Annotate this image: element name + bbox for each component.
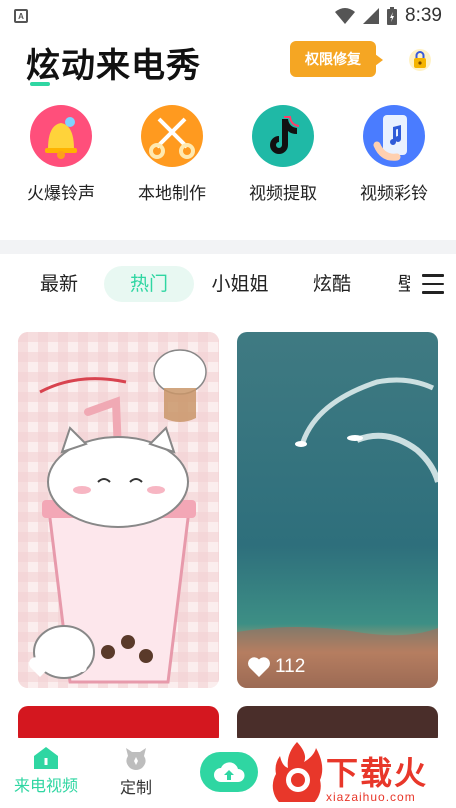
status-icons: 8:39 [335,5,442,27]
status-time: 8:39 [405,5,442,26]
watermark-url: xiazaihuo.com [326,790,416,804]
feature-video-extract[interactable]: 视频提取 [228,105,338,204]
nav-custom[interactable]: 定制 [106,746,166,798]
bell-icon [30,105,92,167]
battery-icon [387,7,398,25]
tiktok-icon [252,105,314,167]
feature-label: 视频提取 [249,184,317,204]
status-bar: A 8:39 [0,0,456,32]
watermark-text: 下载火 [326,754,429,792]
video-card[interactable]: 330 [18,332,219,688]
watermark-logo: 下载火 xiazaihuo.com [268,738,456,808]
title-underline [30,82,50,86]
card-thumbnail [237,332,438,688]
like-count: 112 [247,656,305,678]
feature-label: 火爆铃声 [27,184,95,204]
tab-young-ladies[interactable]: 小姐姐 [204,266,276,302]
feature-label: 本地制作 [138,184,206,204]
signal-icon [363,8,380,24]
tab-hot[interactable]: 热门 [104,266,194,302]
feature-video-ringtone[interactable]: 视频彩铃 [339,105,449,204]
nav-custom-label: 定制 [119,778,152,797]
notification-icon: A [14,9,28,23]
bottom-nav: 来电视频 定制 下载火 xiazaihuo.com [0,738,456,808]
scissors-icon [141,105,203,167]
tab-cool[interactable]: 炫酷 [302,266,362,302]
heart-icon [29,657,51,677]
phone-music-icon [363,105,425,167]
nav-video-label: 来电视频 [13,776,78,795]
tab-latest[interactable]: 最新 [30,266,88,302]
custom-icon [126,748,146,770]
cloud-upload-icon [214,762,245,782]
tab-wallpaper[interactable]: 壁 [398,266,410,302]
wifi-icon [335,8,356,24]
video-card[interactable]: 112 [237,332,438,688]
permission-fix-button[interactable]: 权限修复 [290,41,383,77]
like-count-value: 112 [275,656,306,677]
menu-icon[interactable] [422,274,444,294]
card-thumbnail [18,332,219,688]
lock-icon[interactable] [408,48,432,72]
fire-logo-icon [272,742,323,802]
home-icon [34,747,58,769]
like-count-value: 330 [56,656,88,677]
feature-hot-ringtone[interactable]: 火爆铃声 [6,105,116,204]
like-count: 330 [28,656,88,678]
upload-button[interactable] [200,752,258,792]
app-title: 炫动来电秀 [26,46,201,86]
category-tabs: 最新 热门 小姐姐 炫酷 壁 [0,262,456,308]
feature-row: 火爆铃声 本地制作 视频提取 视频彩铃 [0,105,456,225]
nav-video[interactable]: 来电视频 [8,746,84,796]
feature-label: 视频彩铃 [360,184,428,204]
section-divider [0,240,456,254]
heart-icon [248,657,270,677]
feature-local-make[interactable]: 本地制作 [117,105,227,204]
